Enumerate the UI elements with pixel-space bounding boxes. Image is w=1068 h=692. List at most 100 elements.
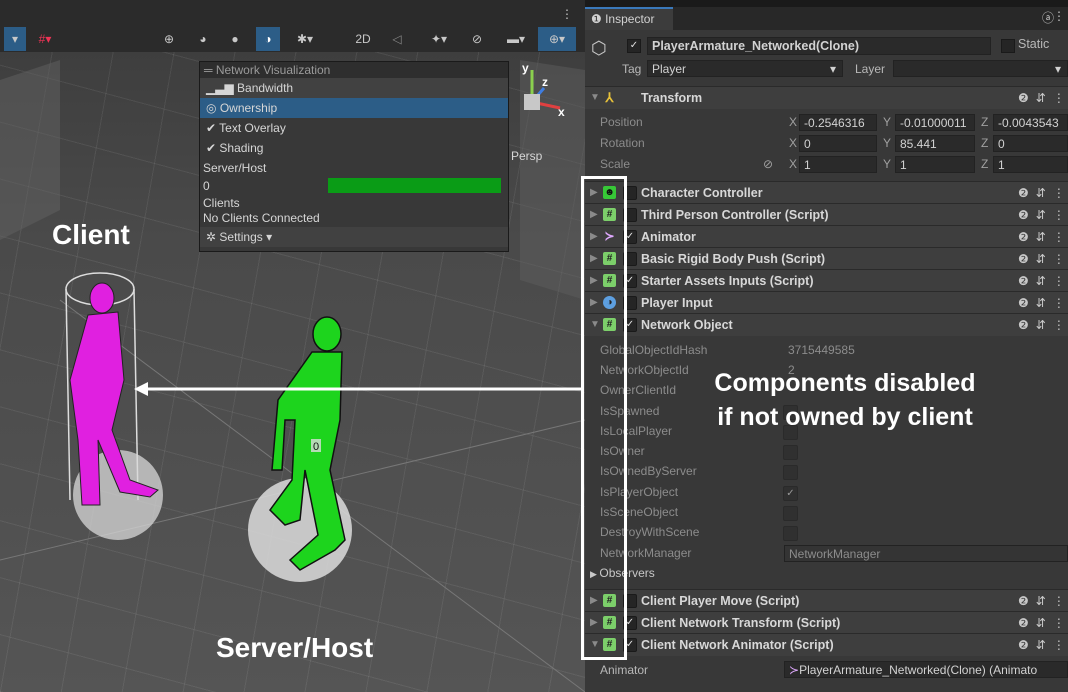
server-bandwidth-bar — [328, 178, 501, 193]
chevron-down-icon: ▾ — [262, 230, 273, 244]
component-title: Basic Rigid Body Push (Script) — [641, 252, 826, 266]
component-network-object[interactable]: ▼ # ✓ Network Object ❷⇵⋮ — [585, 313, 1068, 336]
rotation-x-field[interactable]: 0 — [799, 135, 877, 152]
layer-dropdown[interactable]: ▾ — [893, 60, 1068, 77]
kebab-menu-icon[interactable]: ⋮ — [1053, 9, 1065, 23]
info-icon: ❶ — [591, 12, 606, 26]
bandwidth-item[interactable]: ▁▃▆ Bandwidth — [200, 78, 508, 98]
component-basic-rigid-body-push[interactable]: ▶ # Basic Rigid Body Push (Script) ❷⇵⋮ — [585, 247, 1068, 270]
hidden-objects-icon[interactable]: ⊘ — [466, 27, 488, 51]
2d-toggle-button[interactable]: 2D — [350, 27, 376, 51]
axis-x-label: X — [789, 157, 798, 171]
component-controls[interactable]: ❷⇵⋮ — [1018, 292, 1068, 314]
component-controls[interactable]: ❷⇵⋮ — [1018, 634, 1068, 656]
scale-label: Scale — [600, 157, 631, 171]
server-character: 0 — [248, 316, 352, 582]
component-title: Player Input — [641, 296, 713, 310]
draw-mode-icon[interactable]: ▾ — [4, 27, 26, 51]
component-title: Network Object — [641, 318, 733, 332]
axis-z-label: z — [542, 75, 548, 89]
component-controls[interactable]: ❷⇵⋮ — [1018, 226, 1068, 248]
wireframe-shading-icon[interactable]: ◕ — [192, 27, 214, 51]
gizmos-icon[interactable]: ⊕▾ — [538, 27, 576, 51]
highlight-box — [581, 176, 627, 660]
gear-icon: ✲ — [206, 230, 220, 244]
component-title: Starter Assets Inputs (Script) — [641, 274, 814, 288]
kebab-menu-icon[interactable]: ⋮ — [560, 6, 574, 22]
is-player-object-checkbox: ✓ — [783, 486, 798, 501]
component-controls[interactable]: ❷⇵⋮ — [1018, 270, 1068, 292]
is-scene-object-checkbox — [783, 506, 798, 521]
axis-z-label: Z — [981, 136, 989, 150]
settings-dropdown[interactable]: ✲ Settings ▾ — [200, 227, 508, 247]
inspector-panel: ❶ Inspector ⓐ ⋮ ⬡ ✓ PlayerArmature_Netwo… — [585, 0, 1068, 692]
position-x-field[interactable]: -0.2546316 — [799, 114, 877, 131]
audio-icon[interactable]: ◁ — [386, 27, 408, 51]
position-z-field[interactable]: -0.0043543 — [993, 114, 1068, 131]
component-transform[interactable]: ▼ ⅄ Transform ❷⇵⋮ — [585, 86, 1068, 109]
static-label: Static — [1018, 37, 1050, 51]
shading-item[interactable]: ✔ Shading — [200, 138, 508, 158]
grid-snap-icon[interactable]: #▾ — [28, 27, 62, 51]
persp-label[interactable]: Persp — [511, 149, 542, 163]
scale-z-field[interactable]: 1 — [993, 156, 1068, 173]
component-controls[interactable]: ❷⇵⋮ — [1018, 248, 1068, 270]
component-controls[interactable]: ❷⇵⋮ — [1018, 314, 1068, 336]
static-checkbox[interactable] — [1001, 39, 1015, 53]
gameobject-icon: ⬡ — [591, 38, 607, 58]
component-title: Client Network Transform (Script) — [641, 616, 841, 630]
component-client-network-transform[interactable]: ▶ # ✓ Client Network Transform (Script) … — [585, 611, 1068, 634]
animator-icon: ≻ — [789, 663, 800, 677]
component-character-controller[interactable]: ▶ ☻ Character Controller ❷⇵⋮ — [585, 181, 1068, 204]
ownership-item[interactable]: ◎ Ownership — [200, 98, 508, 118]
component-player-input[interactable]: ▶ ◑ Player Input ❷⇵⋮ — [585, 291, 1068, 314]
callout-line-1: Components disabled — [714, 369, 976, 397]
tag-dropdown[interactable]: Player ▾ — [647, 60, 843, 77]
component-controls[interactable]: ❷⇵⋮ — [1018, 204, 1068, 226]
expand-arrow-icon[interactable]: ▼ — [590, 87, 600, 109]
property-value: 3715449585 — [788, 343, 855, 357]
chevron-down-icon: ▾ — [1054, 62, 1061, 76]
network-visualization-title[interactable]: ═ Network Visualization — [200, 62, 508, 78]
debug-icon[interactable]: ✱▾ — [288, 27, 322, 51]
component-controls[interactable]: ❷⇵⋮ — [1018, 182, 1068, 204]
axis-y-label: y — [522, 62, 529, 75]
scale-y-field[interactable]: 1 — [895, 156, 975, 173]
component-animator[interactable]: ▶ ≻ ✓ Animator ❷⇵⋮ — [585, 225, 1068, 248]
animator-field[interactable]: ≻PlayerArmature_Networked(Clone) (Animat… — [784, 661, 1068, 678]
tab-inspector[interactable]: ❶ Inspector — [585, 7, 673, 30]
server-host-value: 0 — [203, 179, 210, 193]
position-y-field[interactable]: -0.01000011 — [895, 114, 975, 131]
component-controls[interactable]: ❷⇵⋮ — [1018, 87, 1068, 109]
network-visualization-panel: ═ Network Visualization ▁▃▆ Bandwidth ◎ … — [199, 61, 509, 252]
component-controls[interactable]: ❷⇵⋮ — [1018, 612, 1068, 634]
object-name-field[interactable]: PlayerArmature_Networked(Clone) — [647, 37, 991, 55]
lit-shading-icon[interactable]: ◑ — [256, 27, 280, 51]
animator-label: Animator — [600, 663, 649, 677]
text-overlay-item[interactable]: ✔ Text Overlay — [200, 118, 508, 138]
camera-icon[interactable]: ▬▾ — [498, 27, 534, 51]
position-label: Position — [600, 115, 643, 129]
rotation-z-field[interactable]: 0 — [993, 135, 1068, 152]
link-icon[interactable]: ⊘ — [763, 154, 773, 174]
gizmo-icon[interactable]: ⊕ — [158, 27, 180, 51]
component-starter-assets-inputs[interactable]: ▶ # ✓ Starter Assets Inputs (Script) ❷⇵⋮ — [585, 269, 1068, 292]
chevron-down-icon: ▾ — [829, 62, 836, 76]
component-title: Character Controller — [641, 186, 763, 200]
server-host-annotation: Server/Host — [216, 632, 374, 663]
component-client-network-animator[interactable]: ▼ # ✓ Client Network Animator (Script) ❷… — [585, 633, 1068, 656]
component-controls[interactable]: ❷⇵⋮ — [1018, 590, 1068, 612]
rotation-label: Rotation — [600, 136, 645, 150]
is-owner-checkbox — [783, 445, 798, 460]
effects-icon[interactable]: ✦▾ — [420, 27, 458, 51]
active-checkbox[interactable]: ✓ — [627, 39, 641, 53]
orientation-gizmo[interactable]: y z x — [500, 62, 570, 132]
solid-shading-icon[interactable]: ● — [224, 27, 246, 51]
component-client-player-move[interactable]: ▶ # Client Player Move (Script) ❷⇵⋮ — [585, 589, 1068, 612]
scene-view[interactable]: 0 ▾ #▾ ⊕ ◕ ● ◑ ✱▾ 2D ◁ ✦▾ ⊘ ▬▾ ⊕▾ ⋮ y z … — [0, 0, 585, 692]
check-icon: ✔ — [206, 141, 220, 155]
component-third-person-controller[interactable]: ▶ # Third Person Controller (Script) ❷⇵⋮ — [585, 203, 1068, 226]
rotation-y-field[interactable]: 85.441 — [895, 135, 975, 152]
scale-x-field[interactable]: 1 — [799, 156, 877, 173]
axis-x-label: X — [789, 136, 798, 150]
